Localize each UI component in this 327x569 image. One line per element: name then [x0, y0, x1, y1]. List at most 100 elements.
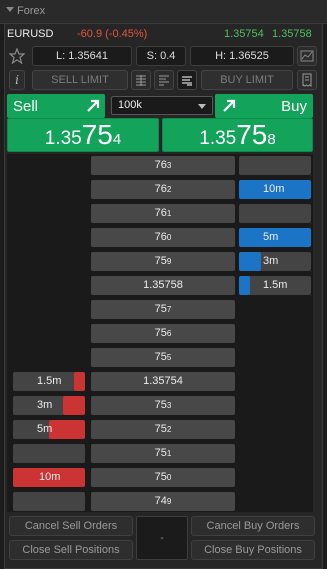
price-level[interactable]: 761 [91, 204, 235, 223]
buy-volume-cell[interactable]: 3m [239, 252, 311, 271]
sell-volume-bar [74, 372, 85, 391]
bid-quote: 1.35754 [224, 28, 264, 40]
price-level[interactable]: 753 [91, 396, 235, 415]
cancel-sell-orders-button[interactable]: Cancel Sell Orders [9, 516, 133, 536]
price-level[interactable]: 762 [91, 180, 235, 199]
price-level[interactable]: 750 [91, 468, 235, 487]
close-buy-positions-button[interactable]: Close Buy Positions [191, 540, 315, 560]
spread-value: S: 0.4 [136, 46, 186, 66]
price-level-sub: 2 [166, 425, 172, 434]
price-level[interactable]: 763 [91, 156, 235, 175]
symbol-change: -60.9 (-0.45%) [77, 28, 148, 40]
price-level[interactable]: 751 [91, 444, 235, 463]
buy-volume-label: 3m [263, 255, 279, 267]
buy-limit-button[interactable]: BUY LIMIT [201, 70, 293, 90]
buy-volume-label: 5m [263, 231, 279, 243]
buy-volume-cell[interactable]: 10m [239, 180, 311, 199]
price-level-main: 75 [154, 327, 167, 339]
symbol-name: EURUSD [7, 28, 54, 40]
buy-volume-bar [239, 276, 250, 295]
price-level-main: 74 [154, 495, 167, 507]
info-button[interactable]: i [9, 70, 25, 90]
chart-icon[interactable] [297, 46, 317, 66]
depth-list-icon[interactable] [154, 70, 174, 90]
buy-volume-cell[interactable]: 1.5m [239, 276, 311, 295]
price-level-sub: 0 [166, 473, 172, 482]
price-ladder: 763 762 10m 761 760 5m 759 3m 1.35758 1.5m 757 756 7… [7, 154, 313, 512]
arrow-icon [223, 99, 236, 112]
sell-price-button[interactable]: 1.35754 [7, 118, 159, 152]
sell-limit-button[interactable]: SELL LIMIT [32, 70, 128, 90]
buy-volume-label: 1.5m [263, 279, 288, 291]
arrow-icon [87, 99, 100, 112]
price-level-sub: 6 [166, 329, 172, 338]
favorite-star-icon[interactable] [8, 47, 26, 65]
price-level-main: 75 [154, 447, 167, 459]
price-level[interactable]: 1.35758 [91, 276, 235, 295]
sell-price-fraction: 4 [112, 131, 122, 148]
buy-volume-cell[interactable]: 5m [239, 228, 311, 247]
low-value: L: 1.35641 [32, 46, 132, 66]
cancel-buy-orders-button[interactable]: Cancel Buy Orders [191, 516, 315, 536]
price-level[interactable]: 1.35754 [91, 372, 235, 391]
price-level[interactable]: 759 [91, 252, 235, 271]
price-level[interactable]: 749 [91, 492, 235, 511]
price-level-main: 75 [154, 423, 167, 435]
sell-volume-cell[interactable] [13, 444, 85, 463]
close-sell-positions-button[interactable]: Close Sell Positions [9, 540, 133, 560]
ask-quote: 1.35758 [272, 28, 312, 40]
buy-price-button[interactable]: 1.35758 [162, 118, 313, 152]
price-level-sub: 3 [166, 401, 172, 410]
chevron-down-icon [198, 104, 206, 109]
price-level-sub: 3 [166, 161, 172, 170]
price-level-sub: 5 [166, 353, 172, 362]
price-level[interactable]: 755 [91, 348, 235, 367]
price-level-sub: 2 [166, 185, 172, 194]
window-titlebar[interactable]: Forex [0, 0, 327, 24]
buy-volume-label: 10m [263, 183, 285, 195]
buy-header[interactable]: Buy [215, 94, 313, 118]
price-level-main: 75 [154, 351, 167, 363]
sell-volume-cell[interactable]: 10m [13, 468, 85, 487]
price-level-main: 75 [154, 399, 167, 411]
window-title: Forex [17, 5, 46, 17]
sell-volume-label: 10m [39, 471, 61, 483]
buy-volume-cell[interactable] [239, 156, 311, 175]
sell-volume-bar [63, 396, 85, 415]
buy-price-big: 1.35 [199, 128, 237, 149]
symbol-row: EURUSD -60.9 (-0.45%) 1.35754 1.35758 [5, 24, 324, 44]
quantity-select[interactable]: 100k [111, 96, 213, 115]
price-level-main: 76 [154, 231, 167, 243]
price-level[interactable]: 757 [91, 300, 235, 319]
price-level[interactable]: 760 [91, 228, 235, 247]
price-level-main: 76 [154, 207, 167, 219]
receipt-icon[interactable] [297, 70, 317, 90]
collapse-chevron-icon[interactable] [6, 7, 14, 12]
sell-volume-cell[interactable]: 5m [13, 420, 85, 439]
price-level-sub: 1 [166, 449, 172, 458]
ladder-view-icon[interactable] [177, 70, 197, 90]
buy-price-fraction: 8 [267, 131, 276, 148]
buy-volume-cell[interactable] [239, 204, 311, 223]
price-level-main: 76 [154, 183, 167, 195]
sell-volume-label: 3m [37, 399, 53, 411]
buy-volume-bar [239, 252, 261, 271]
sell-volume-cell[interactable]: 3m [13, 396, 85, 415]
price-level[interactable]: 756 [91, 324, 235, 343]
price-level-main: 75 [154, 303, 167, 315]
sell-label: Sell [13, 98, 39, 115]
sell-volume-cell[interactable] [13, 492, 85, 511]
price-level-main: 75 [154, 255, 167, 267]
buy-price-pips: 75 [236, 119, 268, 150]
order-list-icon[interactable] [131, 70, 151, 90]
trading-panel: EURUSD -60.9 (-0.45%) 1.35754 1.35758 L:… [4, 24, 323, 569]
net-position: - [136, 516, 188, 560]
sell-volume-label: 1.5m [37, 375, 62, 387]
sell-header[interactable]: Sell [7, 94, 105, 118]
sell-price-big: 1.35 [44, 128, 82, 149]
sell-volume-cell[interactable]: 1.5m [13, 372, 85, 391]
price-level-main: 76 [154, 159, 167, 171]
price-level-sub: 9 [166, 257, 172, 266]
price-level-sub: 9 [166, 497, 172, 506]
price-level[interactable]: 752 [91, 420, 235, 439]
